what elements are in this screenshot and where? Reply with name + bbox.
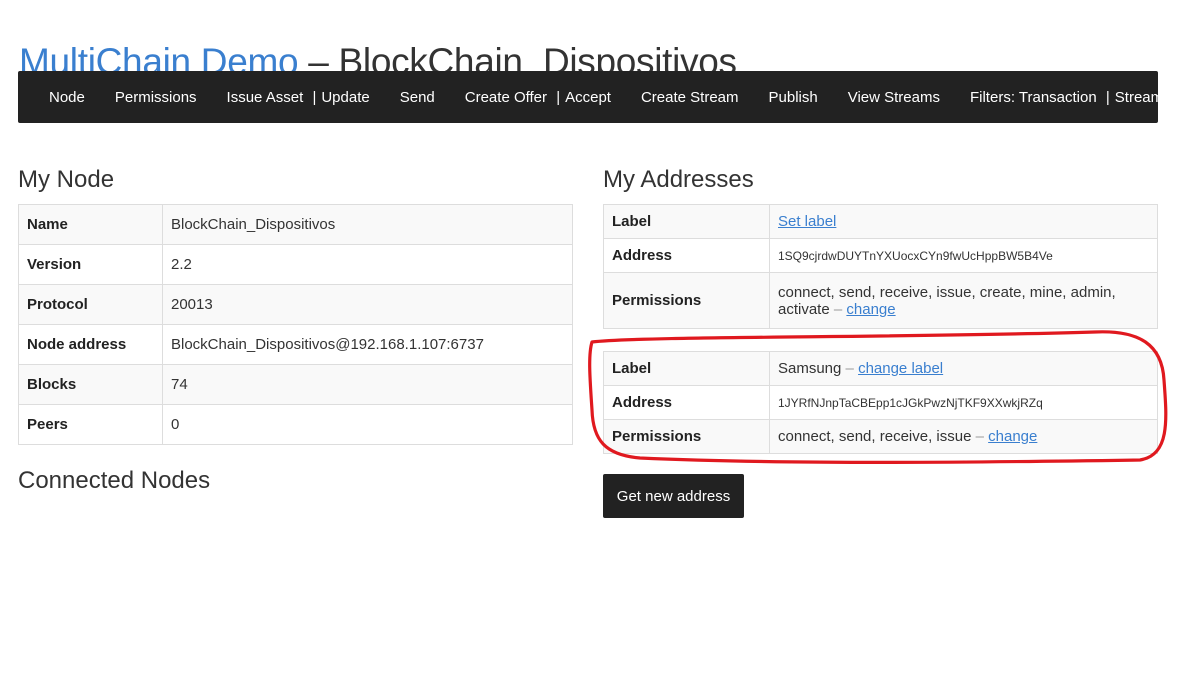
nav-filters-prefix: Filters: <box>969 88 1019 106</box>
address-value: 1SQ9cjrdwDUYTnYXUocxCYn9fwUcHppBW5B4Ve <box>769 238 1158 273</box>
nav-send[interactable]: Send <box>385 89 450 106</box>
label-key: Label <box>603 204 770 239</box>
get-new-address-button[interactable]: Get new address <box>603 474 744 518</box>
permissions-value: connect, send, receive, issue – change <box>769 419 1158 454</box>
nav-divider: | <box>312 88 317 106</box>
row-key: Version <box>18 244 163 285</box>
address-key: Address <box>603 238 770 273</box>
permissions-key: Permissions <box>603 272 770 329</box>
row-value: 20013 <box>162 284 573 325</box>
table-row: Address 1JYRfNJnpTaCBEpp1cJGkPwzNjTKF9XX… <box>603 385 1158 420</box>
label-text: Samsung <box>778 360 842 377</box>
permissions-key: Permissions <box>603 419 770 454</box>
permissions-text: connect, send, receive, issue <box>778 428 972 445</box>
nav-filter-stream[interactable]: Stream <box>1115 89 1163 106</box>
nav-offer-accept: Create Offer | Accept <box>450 89 626 106</box>
dash: – <box>971 428 989 445</box>
address-table: Label Set label Address 1SQ9cjrdwDUYTnYX… <box>603 204 1158 329</box>
nav-filter-transaction[interactable]: Transaction <box>1019 89 1097 106</box>
table-row: Permissions connect, send, receive, issu… <box>603 272 1158 329</box>
row-key: Node address <box>18 324 163 365</box>
row-key: Name <box>18 204 163 245</box>
table-row: Name BlockChain_Dispositivos <box>18 204 573 245</box>
nav-publish[interactable]: Publish <box>754 89 833 106</box>
nav-create-offer[interactable]: Create Offer <box>465 89 547 106</box>
address-value: 1JYRfNJnpTaCBEpp1cJGkPwzNjTKF9XXwkjRZq <box>769 385 1158 420</box>
nav-divider: | <box>1105 88 1110 106</box>
table-row: Address 1SQ9cjrdwDUYTnYXUocxCYn9fwUcHppB… <box>603 238 1158 273</box>
table-row: Permissions connect, send, receive, issu… <box>603 419 1158 454</box>
nav-filters: Filters: Transaction | Stream <box>955 89 1178 106</box>
nav-view-streams[interactable]: View Streams <box>833 89 955 106</box>
table-row: Node address BlockChain_Dispositivos@192.… <box>18 324 573 365</box>
dash: – <box>829 300 847 318</box>
row-value: 0 <box>162 404 573 445</box>
nav-update[interactable]: Update <box>321 89 369 106</box>
nav-node[interactable]: Node <box>34 89 100 106</box>
dash: – <box>841 360 859 377</box>
table-row: Label Samsung – change label <box>603 351 1158 386</box>
connected-nodes-heading: Connected Nodes <box>18 467 211 494</box>
set-label-link[interactable]: Set label <box>778 213 836 230</box>
row-key: Peers <box>18 404 163 445</box>
label-key: Label <box>603 351 770 386</box>
nav-issue-update: Issue Asset | Update <box>212 89 385 106</box>
label-value: Set label <box>769 204 1158 239</box>
label-value: Samsung – change label <box>769 351 1158 386</box>
table-row: Label Set label <box>603 204 1158 239</box>
nav-permissions[interactable]: Permissions <box>100 89 212 106</box>
nav-list: Node Permissions Issue Asset | Update Sen… <box>18 71 1163 123</box>
address-key: Address <box>603 385 770 420</box>
main-navbar: Node Permissions Issue Asset | Update Sen… <box>18 71 1163 123</box>
row-value: BlockChain_Dispositivos <box>162 204 573 245</box>
row-key: Blocks <box>18 364 163 405</box>
permissions-text: connect, send, receive, issue, create, m… <box>778 283 1116 318</box>
row-value: BlockChain_Dispositivos@192.168.1.107:67… <box>162 324 573 365</box>
nav-create-stream[interactable]: Create Stream <box>626 89 754 106</box>
address-table: Label Samsung – change label Address 1JY… <box>603 351 1158 454</box>
nav-issue-asset[interactable]: Issue Asset <box>227 89 304 106</box>
row-value: 74 <box>162 364 573 405</box>
table-row: Peers 0 <box>18 404 573 445</box>
table-row: Version 2.2 <box>18 244 573 285</box>
permissions-value: connect, send, receive, issue, create, m… <box>769 272 1158 329</box>
table-row: Protocol 20013 <box>18 284 573 325</box>
my-node-heading: My Node <box>18 166 115 193</box>
my-node-table: Name BlockChain_Dispositivos Version 2.2 P… <box>18 204 573 445</box>
row-value: 2.2 <box>162 244 573 285</box>
change-permissions-link[interactable]: change <box>846 301 895 318</box>
change-label-link[interactable]: change label <box>858 360 943 377</box>
table-row: Blocks 74 <box>18 364 573 405</box>
change-permissions-link[interactable]: change <box>988 428 1037 445</box>
nav-accept[interactable]: Accept <box>565 89 611 106</box>
row-key: Protocol <box>18 284 163 325</box>
my-addresses-heading: My Addresses <box>603 166 754 193</box>
nav-divider: | <box>556 88 561 106</box>
